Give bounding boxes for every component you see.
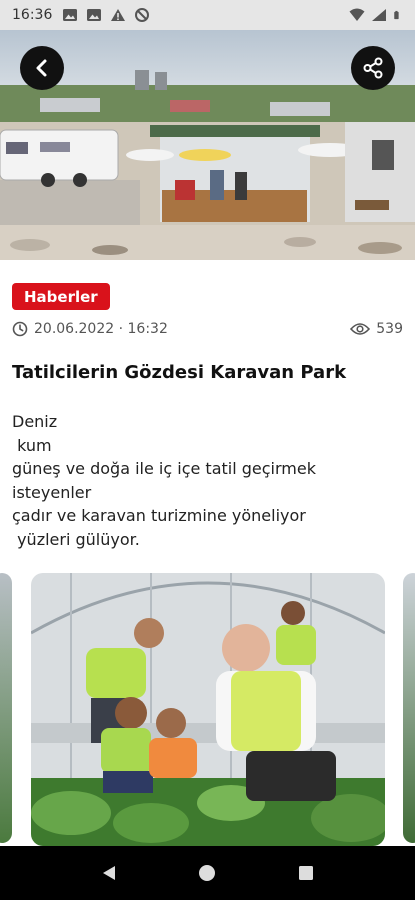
back-triangle-icon: [103, 866, 116, 880]
recents-square-icon: [298, 866, 313, 880]
category-badge[interactable]: Haberler: [12, 283, 110, 310]
nav-home-button[interactable]: [187, 853, 227, 893]
clock-icon: [12, 321, 28, 337]
share-icon: [363, 57, 383, 79]
article-title: Tatilcilerin Gözdesi Karavan Park: [12, 362, 347, 383]
status-notification-icons: [62, 8, 150, 22]
share-button[interactable]: [351, 46, 395, 90]
wifi-icon: [349, 8, 365, 21]
body-line: güneş ve doğa ile iç içe tatil geçirmek: [12, 459, 316, 478]
gallery-icon: [87, 9, 102, 21]
home-circle-icon: [199, 865, 216, 881]
nav-recents-button[interactable]: [286, 853, 326, 893]
status-time: 16:36: [12, 7, 53, 23]
photo-gallery[interactable]: [0, 570, 415, 846]
greenhouse-photo: [31, 573, 385, 846]
chevron-left-icon: [36, 59, 47, 77]
back-button[interactable]: [20, 46, 64, 90]
status-system-icons: [349, 8, 403, 22]
gallery-prev-photo[interactable]: [0, 573, 12, 843]
signal-icon: [372, 9, 386, 21]
battery-icon: [394, 10, 399, 20]
gallery-next-photo[interactable]: [403, 573, 415, 843]
system-navigation-bar: [0, 846, 415, 900]
body-line: yüzleri gülüyor.: [12, 529, 140, 549]
body-line: Deniz: [12, 412, 58, 431]
blocked-icon: [135, 8, 150, 22]
gallery-current-photo[interactable]: [31, 573, 385, 846]
gallery-icon: [63, 9, 78, 21]
hero-image: [0, 30, 415, 260]
nav-back-button[interactable]: [89, 853, 129, 893]
article-body: Deniz kum güneş ve doğa ile iç içe tatil…: [12, 410, 403, 551]
warning-icon: [111, 9, 126, 21]
view-count: 539: [350, 321, 403, 337]
body-line: çadır ve karavan turizmine yöneliyor: [12, 506, 306, 525]
publish-date: 20.06.2022 · 16:32: [34, 321, 168, 337]
view-count-value: 539: [376, 321, 403, 337]
body-line: isteyenler: [12, 482, 92, 502]
eye-icon: [350, 323, 371, 335]
article-meta: 20.06.2022 · 16:32 539: [12, 318, 403, 340]
body-line: kum: [12, 435, 52, 455]
status-bar: 16:36: [0, 0, 415, 30]
